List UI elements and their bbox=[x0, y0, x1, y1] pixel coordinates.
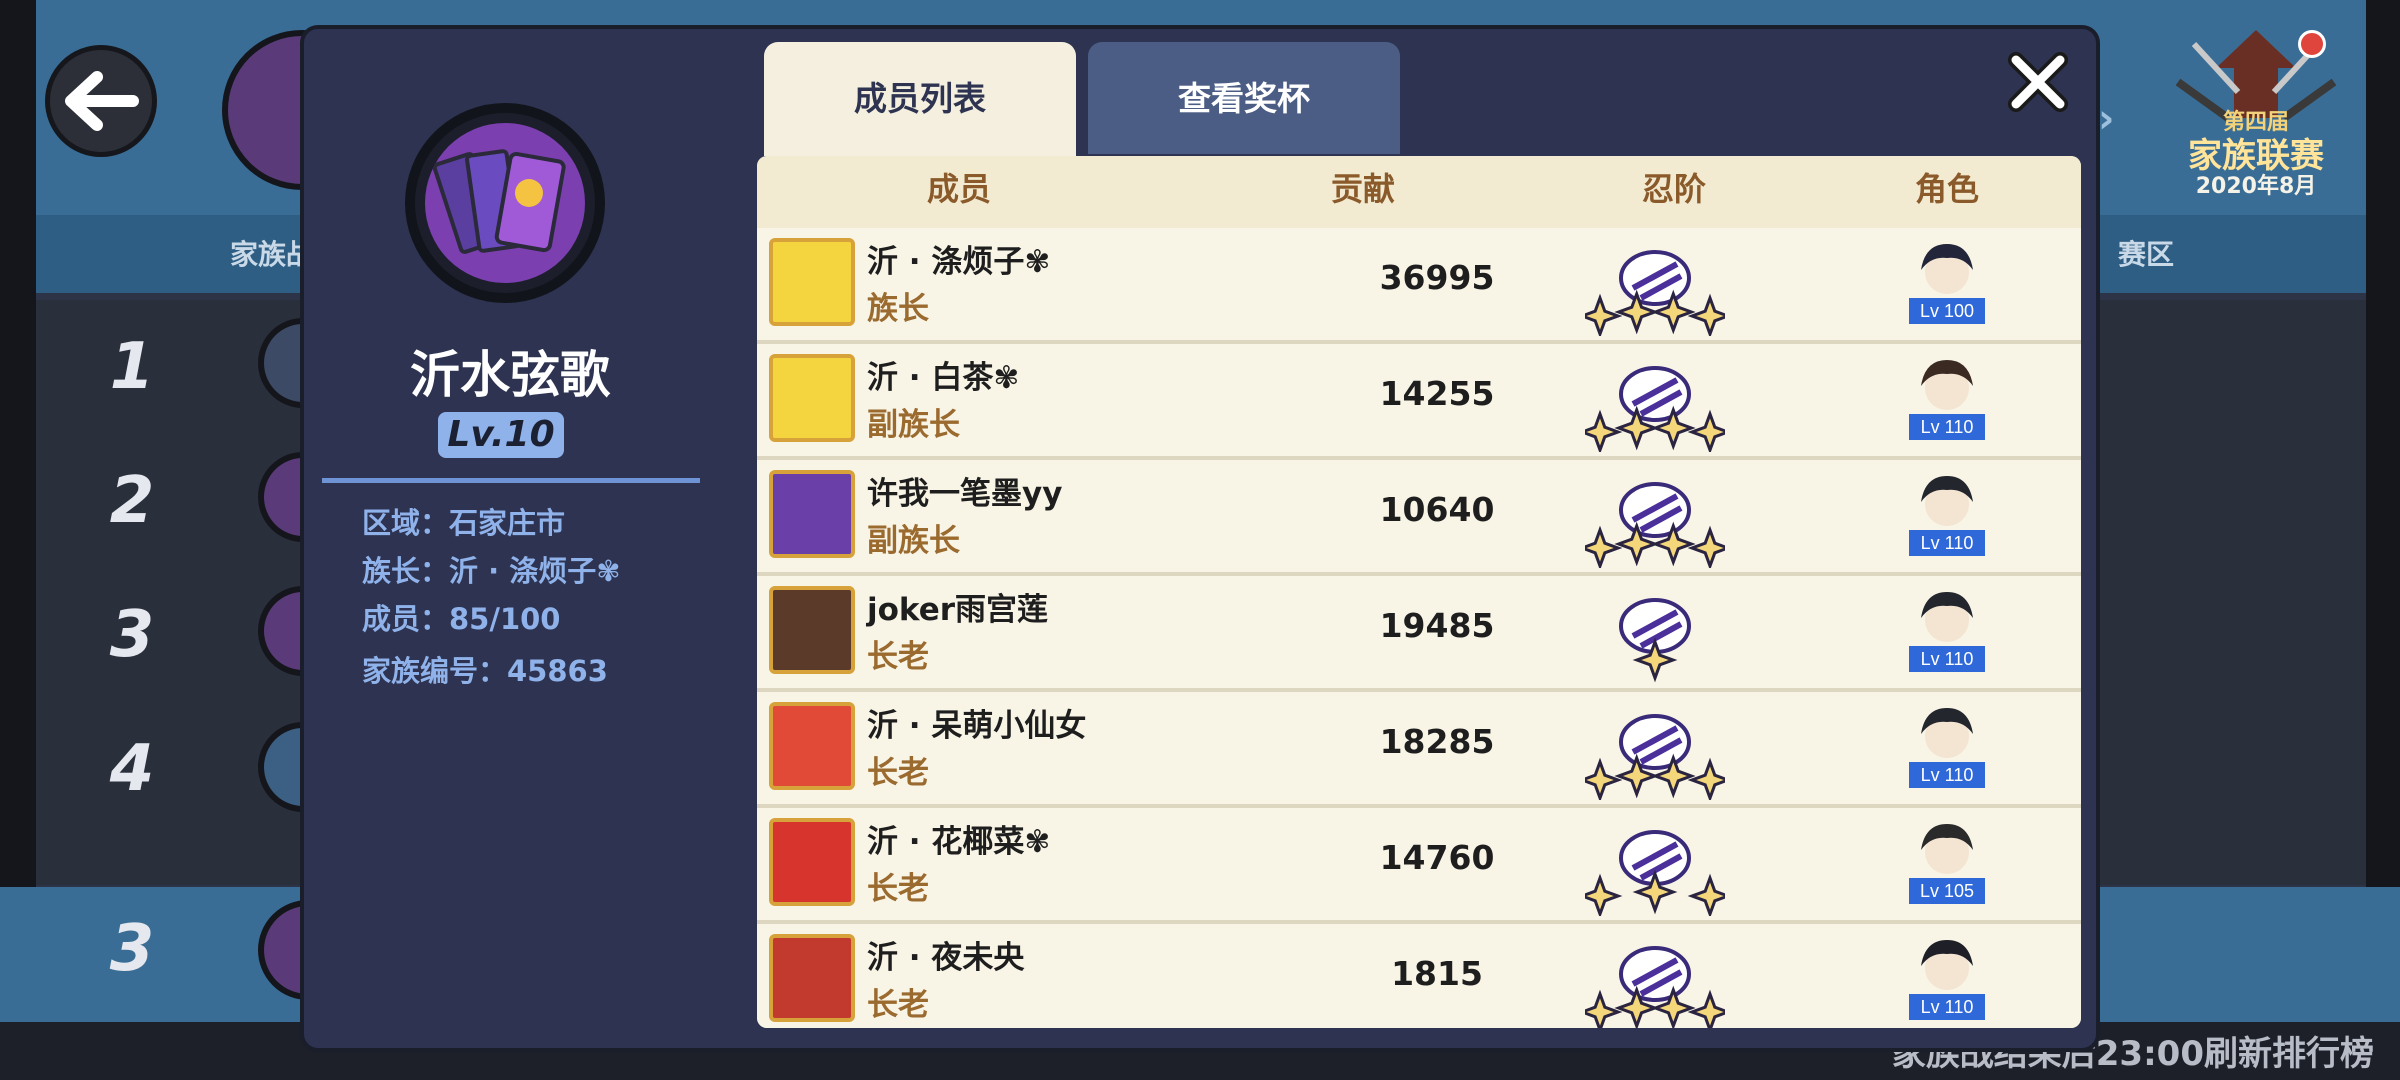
table-header: 成员 贡献 忍阶 角色 bbox=[757, 156, 2081, 228]
ninja-rank-badge bbox=[1585, 250, 1725, 336]
character-portrait-icon[interactable] bbox=[1907, 702, 1987, 762]
character-level-tag: Lv 110 bbox=[1909, 414, 1985, 440]
star-icon bbox=[1585, 873, 1623, 916]
member-role: 族长 bbox=[867, 291, 929, 327]
star-icon bbox=[1687, 409, 1725, 452]
ninja-rank-badge bbox=[1585, 714, 1725, 800]
divider bbox=[322, 478, 700, 483]
star-icon bbox=[1585, 525, 1623, 568]
member-name: 许我一笔墨yy bbox=[867, 476, 1063, 512]
table-row[interactable]: joker雨宫莲 长老 19485 Lv 110 bbox=[757, 576, 2081, 692]
ninja-rank-badge bbox=[1585, 946, 1725, 1028]
family-emblem bbox=[405, 103, 605, 303]
rank-number: 4 bbox=[109, 732, 155, 806]
header-member: 成员 bbox=[927, 170, 992, 208]
ninja-rank-badge bbox=[1585, 830, 1725, 916]
member-avatar[interactable] bbox=[769, 934, 855, 1022]
character-level-tag: Lv 110 bbox=[1909, 994, 1985, 1020]
member-contribution: 18285 bbox=[1379, 722, 1495, 761]
star-icon bbox=[1687, 525, 1725, 568]
table-row[interactable]: 许我一笔墨yy 副族长 10640 Lv 110 bbox=[757, 460, 2081, 576]
ninja-rank-badge bbox=[1585, 366, 1725, 452]
chevron-right-icon[interactable]: › bbox=[2098, 96, 2114, 142]
star-icon bbox=[1585, 757, 1623, 800]
member-name: 沂 · 白茶✾ bbox=[867, 360, 1020, 396]
header-character: 角色 bbox=[1915, 170, 1980, 208]
character-level-tag: Lv 110 bbox=[1909, 646, 1985, 672]
character-portrait-icon[interactable] bbox=[1907, 934, 1987, 994]
member-avatar[interactable] bbox=[769, 470, 855, 558]
member-name: 沂 · 花椰菜✾ bbox=[867, 824, 1051, 860]
member-contribution: 10640 bbox=[1379, 490, 1495, 529]
event-date: 2020年8月 bbox=[2195, 174, 2317, 199]
character-portrait-icon[interactable] bbox=[1907, 354, 1987, 414]
member-avatar[interactable] bbox=[769, 818, 855, 906]
tab-view-trophies[interactable]: 查看奖杯 bbox=[1088, 42, 1400, 154]
family-region: 区域：石家庄市 bbox=[362, 506, 566, 540]
table-row[interactable]: 沂 · 白茶✾ 副族长 14255 Lv 110 bbox=[757, 344, 2081, 460]
character-level-tag: Lv 105 bbox=[1909, 878, 1985, 904]
table-row[interactable]: 沂 · 涤烦子✾ 族长 36995 Lv 100 bbox=[757, 228, 2081, 344]
star-icon bbox=[1687, 873, 1725, 916]
member-role: 副族长 bbox=[867, 523, 960, 559]
header-rank: 忍阶 bbox=[1642, 170, 1707, 208]
background-tab-right[interactable]: 赛区 bbox=[2118, 233, 2174, 273]
member-contribution: 14760 bbox=[1379, 838, 1495, 877]
table-row[interactable]: 沂 · 夜未央 长老 1815 Lv 110 bbox=[757, 924, 2081, 1028]
member-avatar[interactable] bbox=[769, 702, 855, 790]
member-contribution: 14255 bbox=[1379, 374, 1495, 413]
star-icon bbox=[1687, 293, 1725, 336]
table-row[interactable]: 沂 · 花椰菜✾ 长老 14760 Lv 105 bbox=[757, 808, 2081, 924]
scroll-cards-icon bbox=[432, 149, 566, 254]
member-contribution: 19485 bbox=[1379, 606, 1495, 645]
ninja-rank-badge bbox=[1585, 482, 1725, 568]
notification-dot bbox=[2298, 30, 2326, 58]
header-contribution: 贡献 bbox=[1331, 170, 1396, 208]
member-avatar[interactable] bbox=[769, 586, 855, 674]
tab-member-list[interactable]: 成员列表 bbox=[764, 42, 1076, 156]
member-name: joker雨宫莲 bbox=[867, 592, 1049, 628]
family-level-badge: Lv.10 bbox=[438, 412, 564, 458]
family-member-count: 成员：85/100 bbox=[362, 602, 561, 636]
character-level-tag: Lv 110 bbox=[1909, 762, 1985, 788]
star-icon bbox=[1585, 409, 1623, 452]
member-avatar[interactable] bbox=[769, 354, 855, 442]
arrow-left-icon bbox=[65, 71, 139, 131]
rank-number: 3 bbox=[109, 912, 155, 986]
family-name: 沂水弦歌 bbox=[410, 346, 610, 404]
member-table: 成员 贡献 忍阶 角色 沂 · 涤烦子✾ 族长 36995 Lv 100 沂 · 白茶✾… bbox=[757, 156, 2081, 1028]
star-icon bbox=[1687, 757, 1725, 800]
member-role: 长老 bbox=[867, 755, 929, 791]
back-button[interactable] bbox=[45, 45, 157, 157]
member-avatar[interactable] bbox=[769, 238, 855, 326]
member-role: 副族长 bbox=[867, 407, 960, 443]
character-portrait-icon[interactable] bbox=[1907, 470, 1987, 530]
star-icon bbox=[1585, 293, 1623, 336]
table-row[interactable]: 沂 · 呆萌小仙女 长老 18285 Lv 110 bbox=[757, 692, 2081, 808]
character-level-tag: Lv 110 bbox=[1909, 530, 1985, 556]
rank-number: 3 bbox=[109, 598, 155, 672]
character-portrait-icon[interactable] bbox=[1907, 818, 1987, 878]
member-name: 沂 · 夜未央 bbox=[867, 940, 1025, 976]
star-icon bbox=[1687, 989, 1725, 1028]
character-portrait-icon[interactable] bbox=[1907, 238, 1987, 298]
family-leader: 族长：沂 · 涤烦子✾ bbox=[362, 554, 621, 588]
close-button[interactable] bbox=[2003, 47, 2073, 117]
rank-number: 2 bbox=[109, 464, 155, 538]
member-role: 长老 bbox=[867, 987, 929, 1023]
close-icon bbox=[2008, 52, 2068, 112]
family-id: 家族编号：45863 bbox=[362, 654, 608, 688]
member-contribution: 1815 bbox=[1391, 954, 1483, 993]
ninja-rank-badge bbox=[1619, 598, 1691, 683]
member-role: 长老 bbox=[867, 871, 929, 907]
rank-number: 1 bbox=[109, 330, 155, 404]
character-level-tag: Lv 100 bbox=[1909, 298, 1985, 324]
member-role: 长老 bbox=[867, 639, 929, 675]
star-icon bbox=[1585, 989, 1623, 1028]
member-name: 沂 · 涤烦子✾ bbox=[867, 244, 1051, 280]
member-name: 沂 · 呆萌小仙女 bbox=[867, 708, 1087, 744]
member-contribution: 36995 bbox=[1379, 258, 1495, 297]
character-portrait-icon[interactable] bbox=[1907, 586, 1987, 646]
